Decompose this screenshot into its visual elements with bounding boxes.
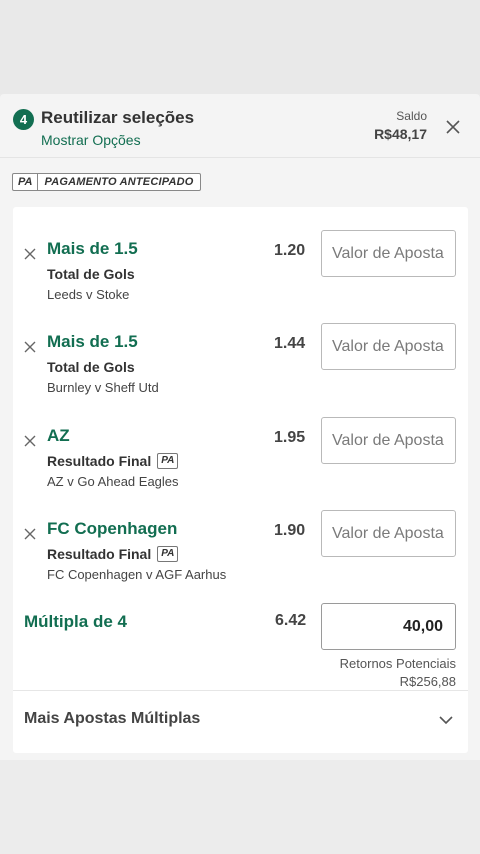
- selection-event: FC Copenhagen v AGF Aarhus: [47, 567, 227, 582]
- balance-value: R$48,17: [374, 126, 427, 142]
- selection-row: FC Copenhagen Resultado Final PA FC Copen…: [13, 510, 468, 600]
- selection-count-badge: 4: [13, 109, 34, 130]
- stake-input[interactable]: [321, 510, 456, 557]
- remove-selection-icon[interactable]: [23, 247, 37, 261]
- balance-label: Saldo: [396, 109, 427, 123]
- divider: [13, 690, 468, 691]
- selection-event: AZ v Go Ahead Eagles: [47, 474, 179, 489]
- selection-event: Burnley v Sheff Utd: [47, 380, 159, 395]
- multiple-stake-input[interactable]: [321, 603, 456, 650]
- early-payout-banner: PA PAGAMENTO ANTECIPADO: [12, 173, 201, 191]
- market-label: Resultado Final: [47, 546, 152, 562]
- pa-badge: PA: [157, 546, 179, 562]
- show-options-link[interactable]: Mostrar Opções: [41, 132, 141, 148]
- close-icon[interactable]: [444, 118, 462, 136]
- selections-card: Mais de 1.5 Total de Gols Leeds v Stoke …: [13, 207, 468, 753]
- early-payout-label: PAGAMENTO ANTECIPADO: [44, 176, 194, 188]
- selection-row: Mais de 1.5 Total de Gols Leeds v Stoke …: [13, 230, 468, 320]
- pa-badge: PA: [13, 174, 39, 190]
- selection-name: Mais de 1.5: [47, 332, 138, 351]
- bet-slip-panel: 4 Reutilizar seleções Mostrar Opções Sal…: [0, 94, 480, 760]
- stake-input[interactable]: [321, 323, 456, 370]
- remove-selection-icon[interactable]: [23, 434, 37, 448]
- remove-selection-icon[interactable]: [23, 340, 37, 354]
- background-overlay-top[interactable]: [0, 0, 480, 94]
- stake-input[interactable]: [321, 417, 456, 464]
- market-label: Resultado Final: [47, 453, 152, 469]
- selection-market: Total de Gols: [47, 266, 135, 282]
- bet-slip-title: Reutilizar seleções: [41, 108, 195, 127]
- selection-name: AZ: [47, 426, 70, 445]
- pa-badge: PA: [157, 453, 179, 469]
- selection-name: Mais de 1.5: [47, 239, 138, 258]
- selection-market: Resultado Final PA: [47, 453, 179, 469]
- selection-odds: 1.95: [274, 429, 306, 446]
- potential-returns-value: R$256,88: [399, 674, 456, 689]
- selection-event: Leeds v Stoke: [47, 287, 130, 302]
- multiple-bet-odds: 6.42: [275, 612, 307, 629]
- multiple-bet-label: Múltipla de 4: [24, 612, 127, 631]
- potential-returns-label: Retornos Potenciais: [339, 656, 456, 671]
- stake-input[interactable]: [321, 230, 456, 277]
- selection-odds: 1.44: [274, 335, 306, 352]
- market-label: Total de Gols: [47, 359, 135, 375]
- market-label: Total de Gols: [47, 266, 135, 282]
- selection-odds: 1.90: [274, 522, 306, 539]
- selection-name: FC Copenhagen: [47, 519, 178, 538]
- chevron-down-icon[interactable]: [438, 712, 454, 728]
- selection-market: Total de Gols: [47, 359, 135, 375]
- selection-market: Resultado Final PA: [47, 546, 179, 562]
- remove-selection-icon[interactable]: [23, 527, 37, 541]
- bet-slip-header: 4 Reutilizar seleções Mostrar Opções Sal…: [0, 94, 480, 158]
- more-multiples-toggle[interactable]: Mais Apostas Múltiplas: [24, 710, 200, 728]
- selection-odds: 1.20: [274, 242, 306, 259]
- selection-row: Mais de 1.5 Total de Gols Burnley v Shef…: [13, 323, 468, 413]
- selection-row: AZ Resultado Final PA AZ v Go Ahead Eagle…: [13, 417, 468, 507]
- background-overlay-bottom[interactable]: [0, 760, 480, 854]
